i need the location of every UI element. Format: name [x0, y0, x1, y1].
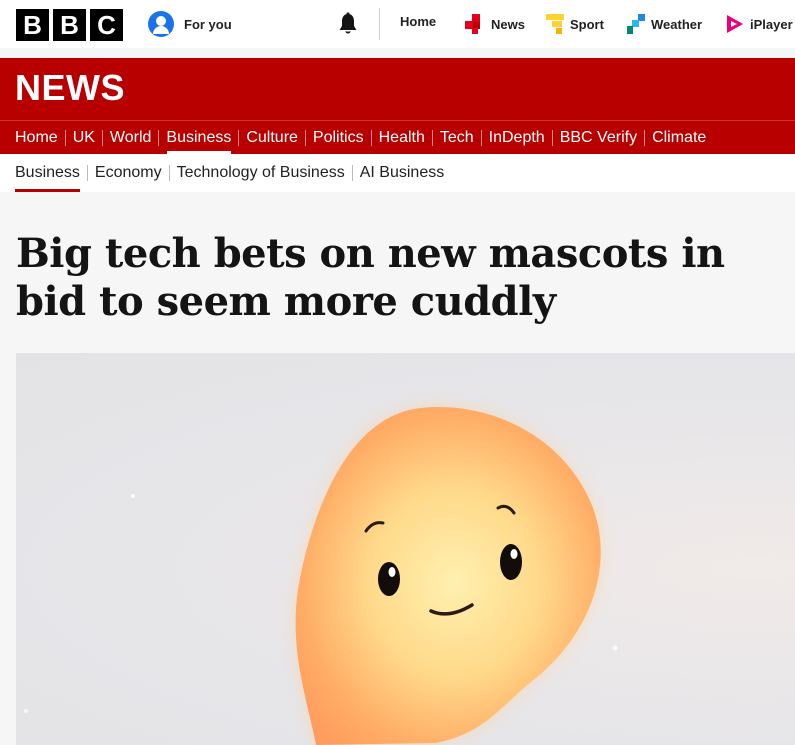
- bbc-logo-letter: B: [53, 9, 86, 41]
- nav-item-world[interactable]: World: [95, 121, 152, 154]
- divider: [379, 8, 380, 40]
- top-link-label: Sport: [570, 16, 604, 32]
- subnav-item-business[interactable]: Business: [15, 154, 80, 192]
- top-link-label: Home: [400, 14, 437, 29]
- news-logo[interactable]: NEWS: [15, 67, 125, 109]
- sport-icon: [546, 14, 564, 34]
- bbc-logo-letter: B: [16, 9, 49, 41]
- weather-icon: [627, 14, 645, 34]
- top-link-home[interactable]: Home: [400, 14, 436, 29]
- nav-item-politics[interactable]: Politics: [298, 121, 364, 154]
- news-icon: [465, 14, 480, 34]
- top-link-label: News: [491, 16, 525, 32]
- article-headline: Big tech bets on new mascots in bid to s…: [16, 230, 725, 325]
- article-hero-image: [16, 353, 795, 745]
- top-link-sport[interactable]: Sport: [546, 14, 604, 34]
- nav-item-tech[interactable]: Tech: [425, 121, 474, 154]
- top-link-news[interactable]: News: [465, 14, 525, 34]
- nav-item-culture[interactable]: Culture: [231, 121, 298, 154]
- subnav-item-technology-of-business[interactable]: Technology of Business: [162, 154, 345, 192]
- nav-item-uk[interactable]: UK: [58, 121, 95, 154]
- top-link-iplayer[interactable]: iPlayer: [726, 14, 793, 34]
- main-nav: Home UK World Business Culture Politics …: [0, 120, 795, 154]
- nav-item-home[interactable]: Home: [15, 121, 58, 154]
- bell-icon[interactable]: [337, 12, 359, 36]
- mascot-illustration: [24, 407, 618, 745]
- top-link-weather[interactable]: Weather: [627, 14, 702, 34]
- nav-item-business[interactable]: Business: [151, 121, 231, 154]
- nav-item-climate[interactable]: Climate: [637, 121, 706, 154]
- subnav-item-ai-business[interactable]: AI Business: [345, 154, 444, 192]
- nav-item-health[interactable]: Health: [364, 121, 425, 154]
- nav-item-bbc-verify[interactable]: BBC Verify: [545, 121, 637, 154]
- top-link-label: iPlayer: [750, 16, 793, 32]
- user-icon: [148, 11, 174, 37]
- sub-nav: Business Economy Technology of Business …: [0, 154, 795, 192]
- top-bar: B B C For you Home News Sport Weather iP…: [0, 0, 795, 48]
- for-you-label: For you: [184, 16, 232, 32]
- for-you-link[interactable]: For you: [148, 11, 232, 37]
- top-link-label: Weather: [651, 16, 703, 32]
- bbc-logo-letter: C: [90, 9, 123, 41]
- news-brand-band: NEWS: [0, 58, 795, 120]
- iplayer-icon: [727, 15, 743, 33]
- nav-item-indepth[interactable]: InDepth: [474, 121, 545, 154]
- subnav-item-economy[interactable]: Economy: [80, 154, 162, 192]
- bbc-logo[interactable]: B B C: [16, 9, 123, 41]
